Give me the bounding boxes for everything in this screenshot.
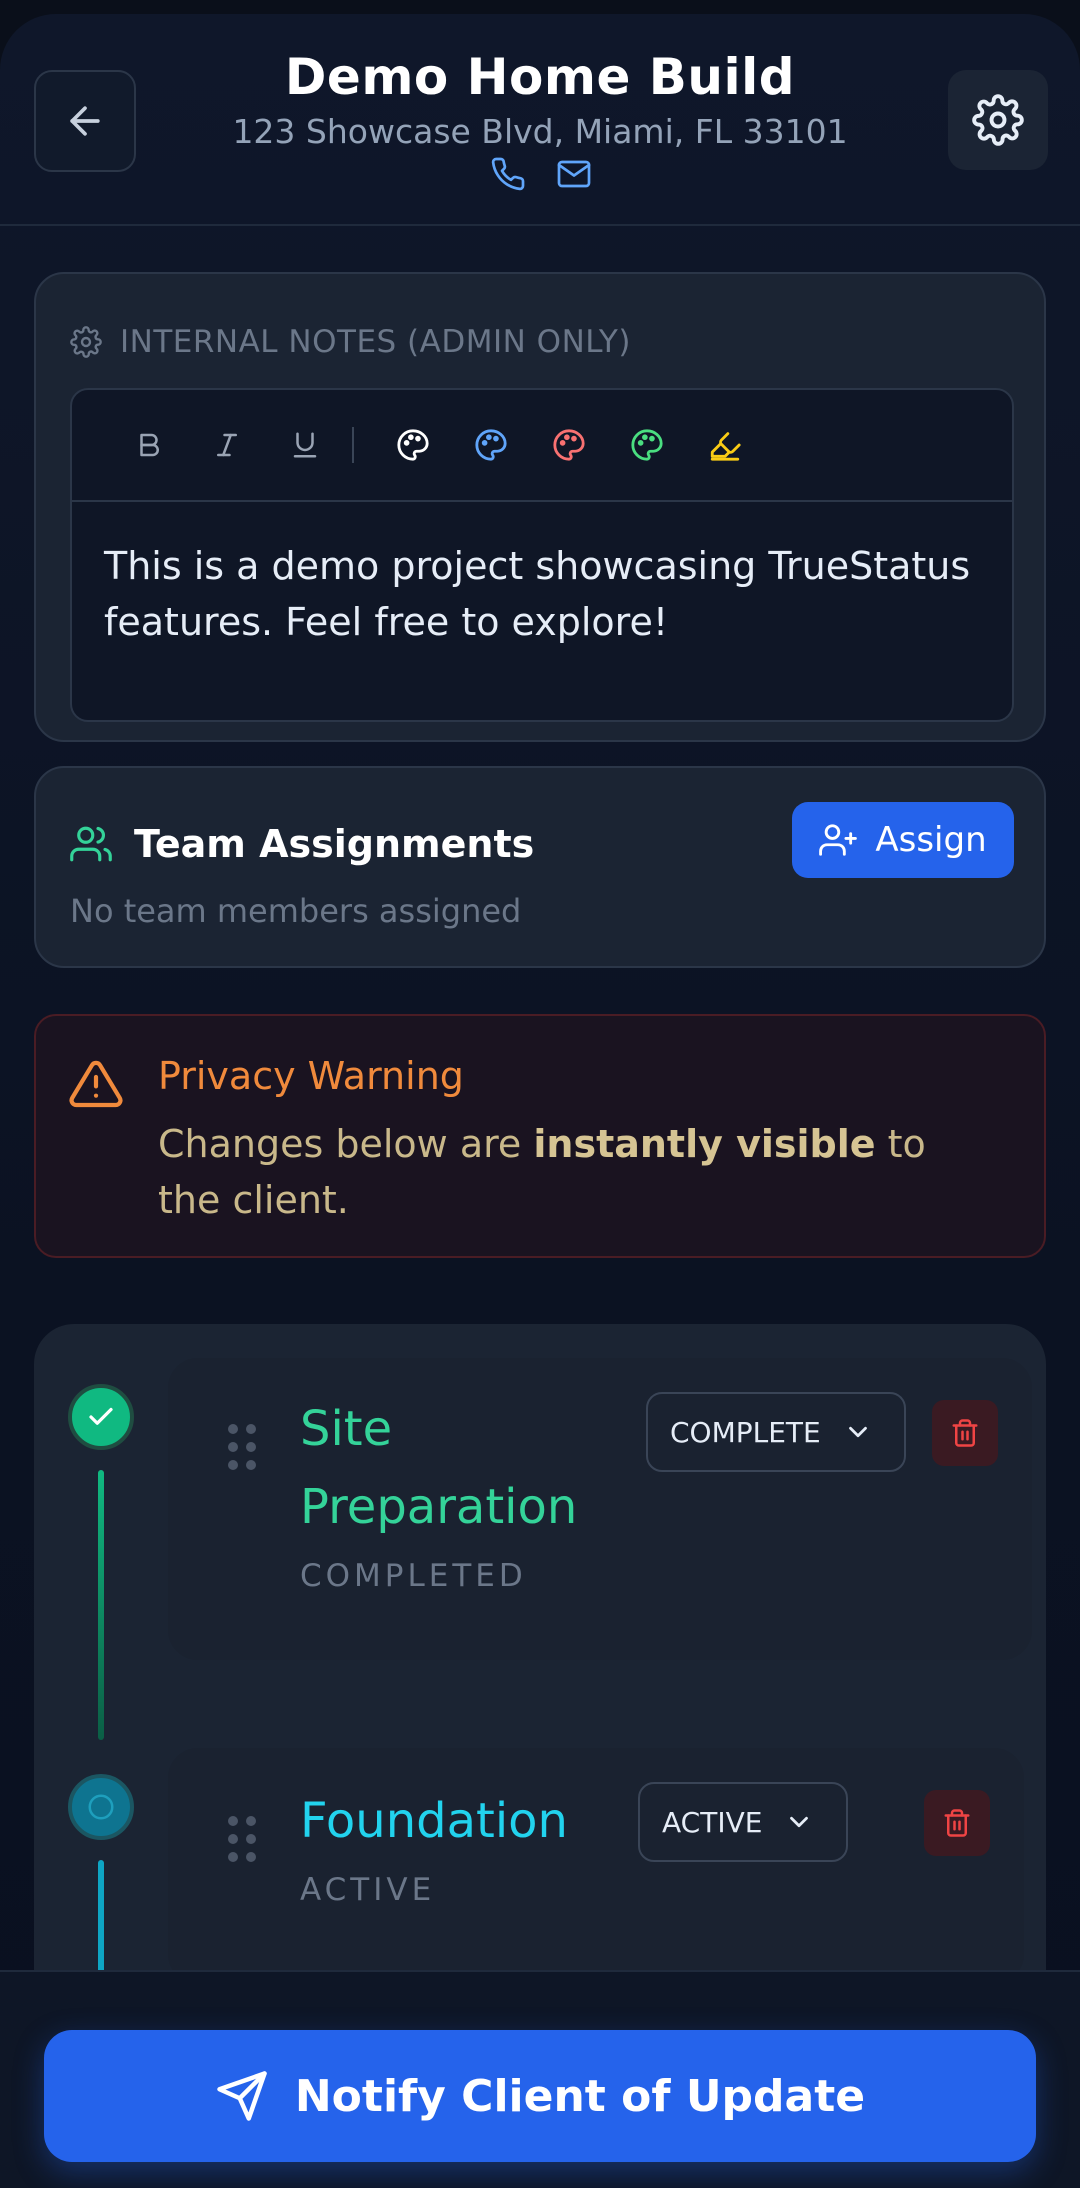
delete-phase-button[interactable] [924,1790,990,1856]
color-green-button[interactable] [608,415,686,475]
notes-content[interactable]: This is a demo project showcasing TrueSt… [72,502,1012,686]
color-white-button[interactable] [374,415,452,475]
toolbar-divider [352,427,354,463]
team-empty-text: No team members assigned [70,892,522,930]
editor-toolbar [72,390,1012,502]
team-heading-label: Team Assignments [134,822,535,866]
phase-state: ACTIVE [300,1872,436,1908]
italic-icon [217,433,237,457]
users-icon [70,826,112,862]
contact-actions [490,156,592,196]
assign-button[interactable]: Assign [792,802,1014,878]
color-red-button[interactable] [530,415,608,475]
privacy-warning: Privacy Warning Changes below are instan… [34,1014,1046,1258]
drag-handle-icon[interactable] [228,1424,256,1470]
trash-icon [952,1419,978,1447]
delete-phase-button[interactable] [932,1400,998,1466]
notes-heading: INTERNAL NOTES (ADMIN ONLY) [70,324,631,360]
palette-icon [631,429,663,461]
warning-title: Privacy Warning [158,1054,464,1098]
status-dropdown[interactable]: COMPLETE [646,1392,906,1472]
team-heading: Team Assignments [70,822,534,866]
highlight-button[interactable] [686,415,764,475]
internal-notes-card: INTERNAL NOTES (ADMIN ONLY) This is a de… [34,272,1046,742]
warning-text: Changes below are instantly visible to t… [158,1122,926,1222]
status-value: ACTIVE [662,1805,763,1839]
palette-icon [397,429,429,461]
bold-button[interactable] [110,415,188,475]
user-plus-icon [819,824,858,856]
gear-icon [972,94,1024,146]
alert-triangle-icon [69,1060,123,1108]
underline-button[interactable] [266,415,344,475]
palette-icon [475,429,507,461]
app-screen: Demo Home Build 123 Showcase Blvd, Miami… [0,14,1080,2188]
status-value: COMPLETE [670,1415,821,1449]
circle-icon [88,1794,114,1820]
bottom-action-bar: Notify Client of Update [0,1970,1080,2188]
page-title: Demo Home Build [284,48,796,106]
italic-button[interactable] [188,415,266,475]
phase-name[interactable]: Site Preparation [300,1390,600,1546]
timeline-connector [98,1470,104,1740]
phase-card: Site Preparation COMPLETED COMPLETE [168,1358,1032,1660]
color-blue-button[interactable] [452,415,530,475]
phone-icon[interactable] [490,156,526,196]
mail-icon[interactable] [556,156,592,196]
notes-editor[interactable]: This is a demo project showcasing TrueSt… [70,388,1014,722]
phase-state: COMPLETED [300,1558,527,1594]
warning-emphasis: instantly visible [533,1122,876,1166]
gear-icon [70,326,102,358]
settings-button[interactable] [948,70,1048,170]
phase-active-marker [68,1774,134,1840]
team-assignments-card: Team Assignments No team members assigne… [34,766,1046,968]
phase-name[interactable]: Foundation [300,1782,568,1860]
phase-complete-marker [68,1384,134,1450]
notify-client-button[interactable]: Notify Client of Update [44,2030,1036,2162]
assign-button-label: Assign [875,820,987,860]
chevron-down-icon [790,1816,809,1828]
page-header: Demo Home Build 123 Showcase Blvd, Miami… [0,14,1080,226]
chevron-down-icon [848,1426,867,1438]
drag-handle-icon[interactable] [228,1816,256,1862]
highlighter-icon [710,432,741,461]
send-icon [217,2071,267,2121]
phase-card: Foundation ACTIVE ACTIVE [168,1748,1024,1984]
project-address: 123 Showcase Blvd, Miami, FL 33101 [232,112,848,151]
status-dropdown[interactable]: ACTIVE [638,1782,848,1862]
underline-icon [293,432,317,458]
palette-icon [553,429,585,461]
bold-icon [140,433,159,457]
notify-button-label: Notify Client of Update [294,2070,866,2122]
check-icon [89,1407,113,1425]
trash-icon [944,1809,970,1837]
notes-heading-label: INTERNAL NOTES (ADMIN ONLY) [120,324,631,360]
